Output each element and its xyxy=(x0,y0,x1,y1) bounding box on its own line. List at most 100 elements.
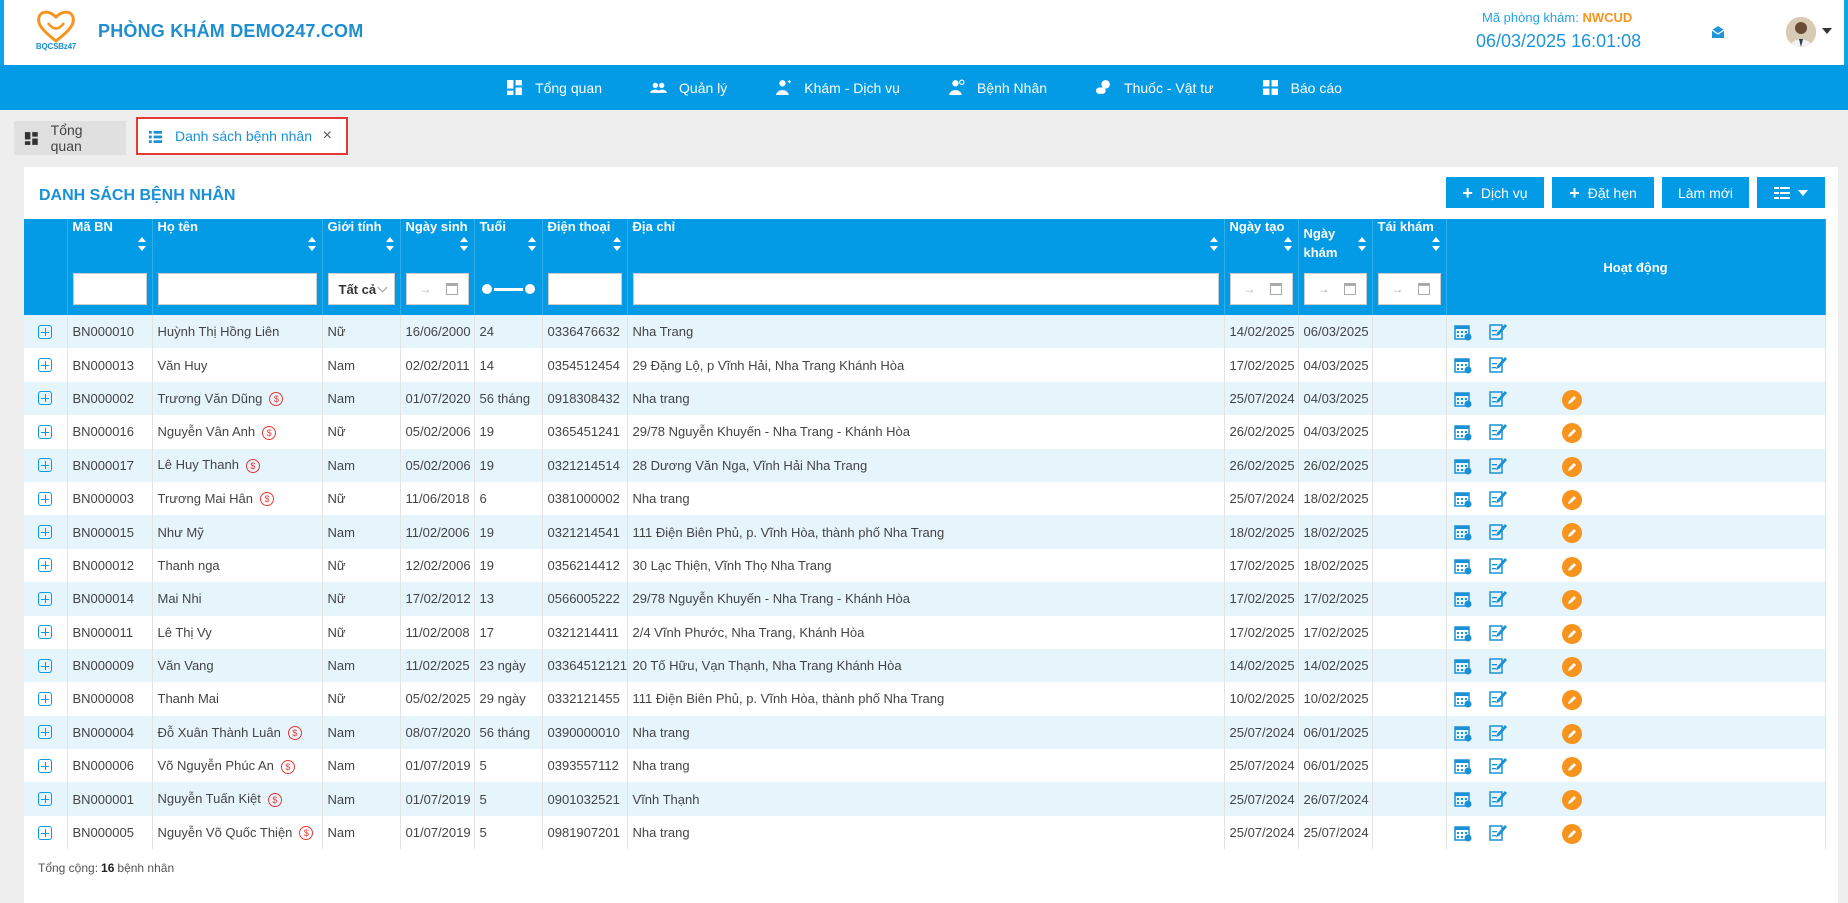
nav-item-exam-service[interactable]: Khám - Dịch vụ xyxy=(775,79,900,96)
edit-pencil-icon[interactable] xyxy=(1561,590,1582,611)
edit-pencil-icon[interactable] xyxy=(1561,389,1582,410)
nav-item-medicine[interactable]: Thuốc - Vật tư xyxy=(1095,79,1214,96)
expand-row-icon[interactable] xyxy=(38,424,53,439)
schedule-calendar-icon[interactable] xyxy=(1453,356,1472,374)
filter-revisit-range[interactable]: → xyxy=(1377,273,1441,305)
edit-pencil-icon[interactable] xyxy=(1561,489,1582,510)
table-row[interactable]: BN000014 Mai Nhi Nữ 17/02/2012 13 0566005222 2… xyxy=(24,582,1826,616)
edit-record-icon[interactable] xyxy=(1488,355,1507,374)
user-avatar[interactable] xyxy=(1786,17,1816,47)
edit-pencil-icon[interactable] xyxy=(1561,823,1582,844)
expand-row-icon[interactable] xyxy=(38,725,53,740)
edit-record-icon[interactable] xyxy=(1488,389,1507,407)
schedule-calendar-icon[interactable] xyxy=(1453,657,1472,675)
tab-overview[interactable]: Tổng quan xyxy=(14,121,126,155)
table-row[interactable]: BN000011 Lê Thị Vy Nữ 11/02/2008 17 032121441… xyxy=(24,615,1826,649)
schedule-calendar-icon[interactable] xyxy=(1453,557,1472,575)
nav-item-patients[interactable]: Bệnh Nhân xyxy=(948,79,1047,96)
schedule-calendar-icon[interactable] xyxy=(1453,624,1472,642)
table-row[interactable]: BN000006 Võ Nguyễn Phúc An $ Nam 01/07/2019 5… xyxy=(24,749,1826,783)
schedule-calendar-icon[interactable] xyxy=(1453,523,1472,541)
add-appointment-button[interactable]: + Đặt hẹn xyxy=(1552,177,1654,208)
user-menu-caret-icon[interactable] xyxy=(1822,28,1832,34)
filter-code-input[interactable] xyxy=(72,273,147,305)
expand-row-icon[interactable] xyxy=(38,525,53,540)
expand-row-icon[interactable] xyxy=(38,324,53,339)
edit-record-icon[interactable] xyxy=(1488,656,1507,674)
header-age[interactable]: Tuổi xyxy=(474,219,543,273)
edit-pencil-icon[interactable] xyxy=(1561,523,1582,544)
sort-icon[interactable] xyxy=(459,237,468,251)
age-range-slider[interactable] xyxy=(479,273,537,305)
schedule-calendar-icon[interactable] xyxy=(1453,457,1472,475)
payment-due-icon[interactable]: $ xyxy=(262,425,277,440)
expand-row-icon[interactable] xyxy=(38,358,53,373)
edit-record-icon[interactable] xyxy=(1488,456,1507,474)
table-row[interactable]: BN000004 Đỗ Xuân Thành Luân $ Nam 08/07/2020… xyxy=(24,715,1826,750)
header-visit[interactable]: Ngày khám xyxy=(1298,219,1373,273)
slider-max-handle[interactable] xyxy=(522,282,537,296)
filter-dob-range[interactable]: → xyxy=(405,273,469,305)
sort-icon[interactable] xyxy=(1283,237,1292,251)
header-gender[interactable]: Giới tính xyxy=(322,219,401,273)
table-row[interactable]: BN000013 Văn Huy Nam 02/02/2011 14 0354512454… xyxy=(24,348,1826,382)
schedule-calendar-icon[interactable] xyxy=(1453,790,1472,808)
expand-row-icon[interactable] xyxy=(38,658,53,673)
schedule-calendar-icon[interactable] xyxy=(1453,724,1472,742)
table-row[interactable]: BN000009 Văn Vang Nam 11/02/2025 23 ngày 0336… xyxy=(24,648,1826,683)
edit-pencil-icon[interactable] xyxy=(1561,423,1582,444)
payment-due-icon[interactable]: $ xyxy=(260,492,274,507)
filter-visit-range[interactable]: → xyxy=(1303,273,1367,305)
edit-record-icon[interactable] xyxy=(1488,422,1507,440)
edit-pencil-icon[interactable] xyxy=(1561,556,1582,577)
header-address[interactable]: Địa chỉ xyxy=(627,219,1225,273)
sort-icon[interactable] xyxy=(1209,237,1218,251)
edit-pencil-icon[interactable] xyxy=(1561,690,1582,711)
add-service-button[interactable]: + Dịch vụ xyxy=(1446,177,1544,208)
edit-record-icon[interactable] xyxy=(1488,489,1507,507)
schedule-calendar-icon[interactable] xyxy=(1453,390,1472,408)
schedule-calendar-icon[interactable] xyxy=(1453,490,1472,508)
expand-row-icon[interactable] xyxy=(38,792,53,807)
nav-item-management[interactable]: Quản lý xyxy=(650,79,727,96)
table-row[interactable]: BN000016 Nguyễn Vân Anh $ Nữ 05/02/2006 19 036… xyxy=(24,415,1826,449)
table-row[interactable]: BN000017 Lê Huy Thanh $ Nam 05/02/2006 19 0321… xyxy=(24,448,1826,482)
expand-row-icon[interactable] xyxy=(38,591,53,606)
filter-address-input[interactable] xyxy=(632,273,1219,305)
schedule-calendar-icon[interactable] xyxy=(1453,590,1472,608)
sort-icon[interactable] xyxy=(612,237,621,251)
edit-record-icon[interactable] xyxy=(1488,556,1507,574)
schedule-calendar-icon[interactable] xyxy=(1453,824,1472,842)
table-row[interactable]: BN000012 Thanh nga Nữ 12/02/2006 19 035621441… xyxy=(24,548,1826,583)
expand-row-icon[interactable] xyxy=(38,391,53,406)
table-row[interactable]: BN000010 Huỳnh Thị Hồng Liên Nữ 16/06/2000 2… xyxy=(24,315,1826,349)
schedule-calendar-icon[interactable] xyxy=(1453,423,1472,441)
filter-phone-input[interactable] xyxy=(547,273,622,305)
header-dob[interactable]: Ngày sinh xyxy=(400,219,475,273)
nav-item-overview[interactable]: Tổng quan xyxy=(506,79,602,96)
sort-icon[interactable] xyxy=(527,237,536,251)
slider-min-handle[interactable] xyxy=(479,282,494,296)
schedule-calendar-icon[interactable] xyxy=(1453,323,1472,341)
header-phone[interactable]: Điện thoại xyxy=(542,219,628,273)
clinic-logo[interactable]: BQCSBz47 xyxy=(34,8,78,54)
header-created[interactable]: Ngày tạo xyxy=(1224,219,1299,273)
expand-row-icon[interactable] xyxy=(38,758,53,773)
schedule-calendar-icon[interactable] xyxy=(1453,690,1472,708)
expand-row-icon[interactable] xyxy=(38,491,53,506)
edit-record-icon[interactable] xyxy=(1488,522,1507,541)
sort-icon[interactable] xyxy=(137,237,146,251)
close-icon[interactable]: × xyxy=(323,127,332,145)
table-row[interactable]: BN000001 Nguyễn Tuấn Kiệt $ Nam 01/07/2019 5 0… xyxy=(24,782,1826,816)
edit-pencil-icon[interactable] xyxy=(1561,757,1582,778)
edit-pencil-icon[interactable] xyxy=(1561,623,1582,644)
table-row[interactable]: BN000008 Thanh Mai Nữ 05/02/2025 29 ngày 0332… xyxy=(24,682,1826,716)
sort-icon[interactable] xyxy=(1431,237,1440,251)
payment-due-icon[interactable]: $ xyxy=(287,726,302,741)
edit-record-icon[interactable] xyxy=(1488,322,1507,340)
edit-pencil-icon[interactable] xyxy=(1561,723,1582,744)
table-row[interactable]: BN000005 Nguyễn Võ Quốc Thiện $ Nam 01/07/20… xyxy=(24,815,1826,850)
edit-record-icon[interactable] xyxy=(1488,756,1507,774)
filter-created-range[interactable]: → xyxy=(1229,273,1293,305)
edit-record-icon[interactable] xyxy=(1488,589,1507,607)
